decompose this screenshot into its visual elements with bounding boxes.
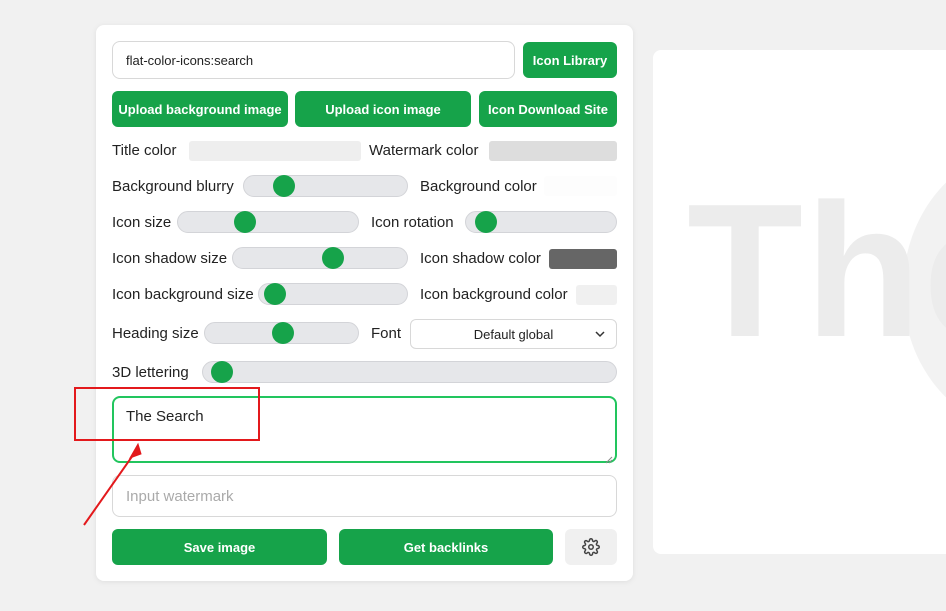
font-label: Font (371, 325, 402, 342)
icon-size-label: Icon size (112, 214, 172, 231)
watermark-placeholder: Input watermark (126, 487, 234, 505)
gear-icon (582, 538, 600, 556)
slider-thumb[interactable] (264, 283, 287, 305)
slider-thumb[interactable] (272, 175, 295, 197)
3d-lettering-slider[interactable] (202, 361, 617, 383)
icon-rotation-label: Icon rotation (371, 214, 454, 231)
icon-shadow-size-label: Icon shadow size (112, 250, 228, 267)
icon-background-size-label: Icon background size (112, 286, 254, 303)
slider-thumb[interactable] (322, 247, 345, 269)
upload-icon-button[interactable]: Upload icon image (295, 91, 471, 127)
icon-rotation-slider[interactable] (465, 211, 617, 233)
icon-download-site-button[interactable]: Icon Download Site (479, 91, 617, 127)
background-blurry-label: Background blurry (112, 178, 234, 195)
settings-button[interactable] (565, 529, 617, 565)
background-blurry-slider[interactable] (243, 175, 408, 197)
watermark-input[interactable]: Input watermark (112, 475, 617, 517)
title-color-swatch[interactable] (189, 141, 361, 161)
save-image-button[interactable]: Save image (112, 529, 327, 565)
font-select[interactable]: Default global (410, 319, 617, 349)
font-select-value: Default global (473, 326, 554, 342)
icon-name-value: flat-color-icons:search (126, 52, 254, 68)
heading-size-label: Heading size (112, 325, 199, 342)
icon-background-color-label: Icon background color (420, 286, 568, 303)
watermark-color-swatch[interactable] (489, 141, 617, 161)
annotation-highlight-box (74, 387, 260, 441)
control-panel: flat-color-icons:search Icon Library Upl… (96, 25, 633, 581)
background-color-swatch[interactable] (544, 176, 617, 196)
chevron-down-icon (594, 328, 606, 340)
3d-lettering-label: 3D lettering (112, 364, 189, 381)
slider-thumb[interactable] (271, 322, 294, 344)
background-color-label: Background color (420, 178, 537, 195)
slider-thumb[interactable] (210, 361, 233, 383)
icon-size-slider[interactable] (177, 211, 359, 233)
watermark-color-label: Watermark color (369, 142, 479, 159)
icon-library-button[interactable]: Icon Library (523, 42, 617, 78)
icon-background-size-slider[interactable] (258, 283, 408, 305)
upload-background-button[interactable]: Upload background image (112, 91, 288, 127)
slider-thumb[interactable] (475, 211, 498, 233)
icon-background-color-swatch[interactable] (576, 285, 617, 305)
icon-shadow-size-slider[interactable] (232, 247, 408, 269)
preview-canvas: The (653, 50, 946, 554)
icon-shadow-color-swatch[interactable] (549, 249, 617, 269)
slider-thumb[interactable] (234, 211, 256, 233)
resize-handle[interactable] (605, 451, 613, 464)
get-backlinks-button[interactable]: Get backlinks (339, 529, 553, 565)
icon-shadow-color-label: Icon shadow color (420, 250, 541, 267)
heading-size-slider[interactable] (204, 322, 359, 344)
title-color-label: Title color (112, 142, 177, 159)
preview-title-text: The (687, 165, 946, 377)
icon-name-input[interactable]: flat-color-icons:search (112, 41, 515, 79)
